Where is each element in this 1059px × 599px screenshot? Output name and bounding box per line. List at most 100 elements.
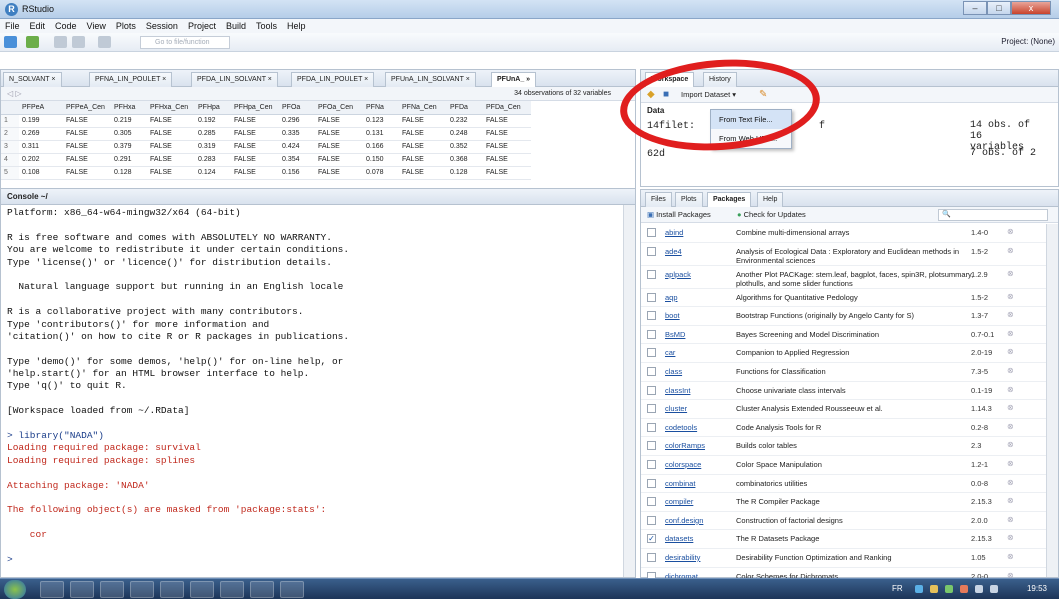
remove-package-icon[interactable]: ⊗ (1007, 246, 1014, 255)
table-cell[interactable]: FALSE (63, 153, 111, 167)
menu-view[interactable]: View (87, 21, 106, 31)
remove-package-icon[interactable]: ⊗ (1007, 292, 1014, 301)
table-cell[interactable]: FALSE (147, 127, 195, 141)
table-cell[interactable]: 0.128 (447, 166, 483, 180)
table-cell[interactable]: 0.335 (279, 127, 315, 141)
table-cell[interactable]: 1 (1, 114, 19, 128)
table-cell[interactable]: FALSE (315, 140, 363, 154)
column-header[interactable]: PFPeA_Cen (63, 101, 111, 115)
table-cell[interactable]: FALSE (399, 166, 447, 180)
package-name-link[interactable]: ade4 (665, 247, 682, 256)
console-output[interactable]: Platform: x86_64-w64-mingw32/x64 (64-bit… (7, 207, 621, 575)
remove-package-icon[interactable]: ⊗ (1007, 533, 1014, 542)
table-cell[interactable]: 0.166 (363, 140, 399, 154)
package-name-link[interactable]: aplpack (665, 270, 691, 279)
table-cell[interactable]: 0.354 (279, 153, 315, 167)
packages-scrollbar[interactable] (1046, 224, 1058, 577)
explorer-taskbar-icon[interactable] (40, 581, 64, 598)
menu-edit[interactable]: Edit (30, 21, 46, 31)
remove-package-icon[interactable]: ⊗ (1007, 422, 1014, 431)
remove-package-icon[interactable]: ⊗ (1007, 269, 1014, 278)
remove-package-icon[interactable]: ⊗ (1007, 385, 1014, 394)
table-cell[interactable]: 0.285 (195, 127, 231, 141)
remove-package-icon[interactable]: ⊗ (1007, 496, 1014, 505)
column-header[interactable]: PFHxa (111, 101, 147, 115)
tray-icon[interactable] (960, 585, 968, 593)
data-tab[interactable]: PFDA_LIN_SOLVANT × (191, 72, 278, 87)
menu-code[interactable]: Code (55, 21, 77, 31)
package-name-link[interactable]: car (665, 348, 675, 357)
table-cell[interactable]: FALSE (147, 166, 195, 180)
remove-package-icon[interactable]: ⊗ (1007, 403, 1014, 412)
table-cell[interactable]: FALSE (315, 166, 363, 180)
table-cell[interactable]: FALSE (231, 127, 279, 141)
data-tab[interactable]: PFUnA_ » (491, 72, 537, 87)
column-header[interactable]: PFHpa (195, 101, 231, 115)
start-button[interactable] (4, 580, 26, 599)
table-cell[interactable]: 0.296 (279, 114, 315, 128)
table-cell[interactable]: 2 (1, 127, 19, 141)
package-checkbox[interactable] (647, 497, 656, 507)
powerpoint-taskbar-icon[interactable] (220, 581, 244, 598)
package-checkbox[interactable] (647, 552, 656, 562)
check-updates-button[interactable]: ● Check for Updates (737, 210, 806, 219)
column-header[interactable]: PFDa_Cen (483, 101, 531, 115)
workspace-row[interactable]: 62d 7 obs. of 2 (647, 148, 1052, 168)
print-icon[interactable] (98, 36, 111, 48)
package-checkbox[interactable] (647, 292, 656, 302)
maximize-button[interactable]: □ (987, 1, 1011, 15)
table-cell[interactable]: 0.192 (195, 114, 231, 128)
package-checkbox[interactable] (647, 269, 656, 279)
tab-files[interactable]: Files (645, 192, 672, 207)
menu-file[interactable]: File (5, 21, 20, 31)
remove-package-icon[interactable]: ⊗ (1007, 366, 1014, 375)
table-cell[interactable]: FALSE (63, 140, 111, 154)
clock[interactable]: 19:53 (1027, 584, 1047, 593)
package-name-link[interactable]: colorRamps (665, 441, 705, 450)
table-cell[interactable]: 0.248 (447, 127, 483, 141)
table-cell[interactable]: FALSE (483, 114, 531, 128)
console-scrollbar[interactable] (623, 205, 635, 577)
rstudio-taskbar-icon[interactable] (280, 581, 304, 598)
table-cell[interactable]: FALSE (231, 114, 279, 128)
table-cell[interactable]: FALSE (315, 127, 363, 141)
minimize-button[interactable]: – (963, 1, 987, 15)
save-icon[interactable] (54, 36, 67, 48)
word-taskbar-icon[interactable] (70, 581, 94, 598)
column-header[interactable]: PFPeA (19, 101, 63, 115)
package-checkbox[interactable] (647, 478, 656, 488)
goto-file-input[interactable]: Go to file/function (140, 36, 230, 49)
app-taskbar-icon[interactable] (160, 581, 184, 598)
table-cell[interactable]: 0.291 (111, 153, 147, 167)
table-cell[interactable]: 0.199 (19, 114, 63, 128)
table-cell[interactable]: FALSE (315, 153, 363, 167)
table-cell[interactable]: FALSE (399, 114, 447, 128)
package-checkbox[interactable] (647, 422, 656, 432)
table-cell[interactable]: FALSE (483, 140, 531, 154)
package-name-link[interactable]: boot (665, 311, 680, 320)
package-checkbox[interactable] (647, 459, 656, 469)
package-name-link[interactable]: classInt (665, 386, 690, 395)
tray-icon[interactable] (915, 585, 923, 593)
menu-session[interactable]: Session (146, 21, 178, 31)
package-search-input[interactable]: 🔍 (938, 209, 1048, 221)
tab-plots[interactable]: Plots (675, 192, 703, 207)
column-header[interactable]: PFNa (363, 101, 399, 115)
package-checkbox[interactable] (647, 441, 656, 451)
remove-package-icon[interactable]: ⊗ (1007, 329, 1014, 338)
table-cell[interactable]: 0.128 (111, 166, 147, 180)
tab-packages[interactable]: Packages (707, 192, 752, 207)
menu-build[interactable]: Build (226, 21, 246, 31)
language-indicator[interactable]: FR (892, 584, 903, 593)
remove-package-icon[interactable]: ⊗ (1007, 459, 1014, 468)
table-cell[interactable]: 0.078 (363, 166, 399, 180)
column-header[interactable]: PFOa_Cen (315, 101, 363, 115)
data-tab[interactable]: PFUnA_LIN_SOLVANT × (385, 72, 476, 87)
package-name-link[interactable]: compiler (665, 497, 693, 506)
remove-package-icon[interactable]: ⊗ (1007, 552, 1014, 561)
package-checkbox[interactable] (647, 228, 656, 237)
table-cell[interactable]: FALSE (147, 153, 195, 167)
table-cell[interactable]: FALSE (483, 127, 531, 141)
package-name-link[interactable]: colorspace (665, 460, 701, 469)
table-cell[interactable]: FALSE (63, 114, 111, 128)
